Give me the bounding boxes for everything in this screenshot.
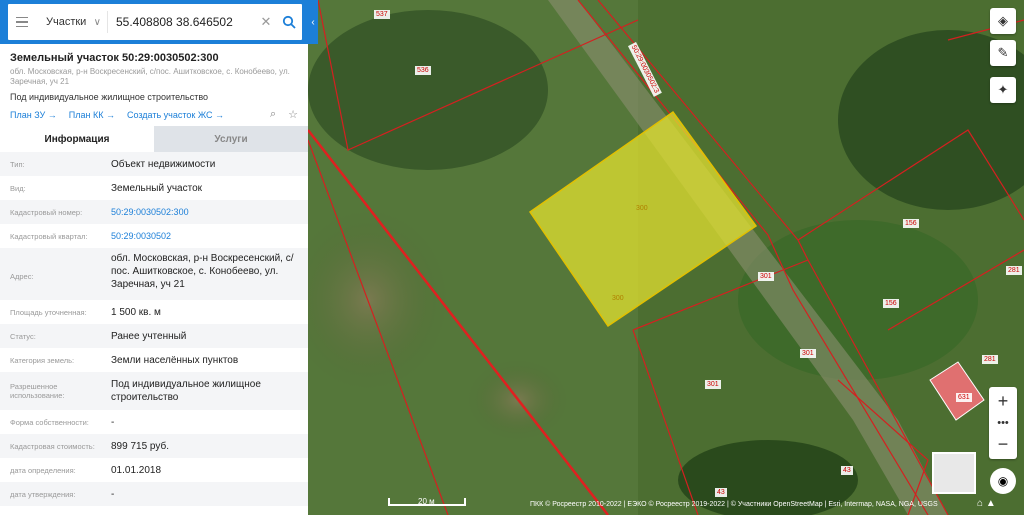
attr-row: Вид: Земельный участок [10,182,203,194]
parcel-label: 43 [841,466,853,475]
compass-icon[interactable]: ◉ [990,468,1016,494]
cadastral-quarter-link[interactable]: 50:29:0030502 [111,230,298,243]
parcel-label: 301 [800,349,816,358]
plan-zu-link[interactable]: План ЗУ → [10,110,57,120]
search-icon[interactable] [276,15,302,29]
attr-row: Адрес: обл. Московская, р-н Воскресенский… [0,248,308,300]
parcel-label: 301 [705,380,721,389]
zoom-control: + ••• − [989,387,1017,459]
attr-row: Кадастровый номер: 50:29:0030502:300 [0,200,308,224]
parcel-label: 536 [415,66,431,75]
attr-row: Кадастровая стоимость: 899 715 руб. [0,434,308,458]
map-view[interactable]: 537 536 300 300 301 301 301 156 156 281 … [308,0,1024,515]
search-input[interactable]: 55.408808 38.646502 [108,15,256,29]
parcel-label: 301 [758,272,774,281]
clear-icon[interactable]: ✕ [256,14,276,30]
parcel-label: 300 [636,205,648,212]
action-links: План ЗУ → План КК → Создать участок ЖС →… [0,102,308,121]
attr-row: Форма собственности: - [10,416,115,428]
info-panel: Участки ∨ 55.408808 38.646502 ✕ Земельны… [0,0,308,515]
parcel-label: 156 [883,299,899,308]
parcel-address: обл. Московская, р-н Воскресенский, с/по… [10,67,290,86]
attr-row: дата определения: 01.01.2018 [10,464,162,476]
parcel-label: 281 [982,355,998,364]
plan-kk-link[interactable]: План КК → [69,110,115,120]
layers-icon[interactable]: ◈ [990,8,1016,34]
tabs: Информация Услуги [0,126,308,152]
satellite-imagery [308,0,1024,515]
layer-select-value: Участки [46,16,87,28]
parcel-label: 537 [374,10,390,19]
zoom-out-icon[interactable]: − [989,430,1017,459]
parcel-label: 631 [956,393,972,402]
parcel-title: Земельный участок 50:29:0030502:300 [10,52,219,64]
attr-row: Кадастровый квартал: 50:29:0030502 [0,224,308,248]
attr-row: Разрешенное использование: Под индивидуал… [0,372,308,410]
attributes-table: Тип: Объект недвижимости Вид: Земельный уч… [0,152,308,506]
attribution: ПКК © Росреестр 2010-2022 | ЕЭКО © Росре… [530,501,938,508]
parcel-usage: Под индивидуальное жилищное строительств… [10,92,209,102]
star-icon[interactable]: ☆ [288,108,298,121]
parcel-label: 156 [903,219,919,228]
menu-icon[interactable] [8,4,36,40]
target-icon[interactable]: ✦ [990,77,1016,103]
search-doc-icon[interactable]: ⌕ [270,108,276,121]
layer-select[interactable]: Участки ∨ [36,11,108,33]
chevron-down-icon: ∨ [93,16,101,28]
attr-row: дата утверждения: - [0,482,308,506]
zoom-in-icon[interactable]: + [989,387,1017,416]
minimap[interactable] [932,452,976,494]
scale-label: 20 м [418,497,435,506]
collapse-panel-button[interactable]: ‹ [308,0,318,44]
zoom-more-icon[interactable]: ••• [989,416,1017,430]
parcel-label: 43 [715,488,727,497]
tab-info[interactable]: Информация [0,126,154,152]
attr-row: Тип: Объект недвижимости [0,152,308,176]
create-parcel-link[interactable]: Создать участок ЖС → [127,110,224,120]
cadastral-number-link[interactable]: 50:29:0030502:300 [111,206,298,219]
ruler-icon[interactable]: ✎ [990,40,1016,66]
parcel-label: 300 [612,295,624,302]
attr-row: Площадь уточненная: 1 500 кв. м [10,306,161,318]
tab-services[interactable]: Услуги [154,126,308,152]
search-bar: Участки ∨ 55.408808 38.646502 ✕ [0,0,308,44]
attr-row: Статус: Ранее учтенный [0,324,308,348]
attr-row: Категория земель: Земли населённых пункто… [10,354,239,366]
parcel-label: 281 [1006,266,1022,275]
home-icon[interactable]: ⌂ ▲ [977,498,996,509]
